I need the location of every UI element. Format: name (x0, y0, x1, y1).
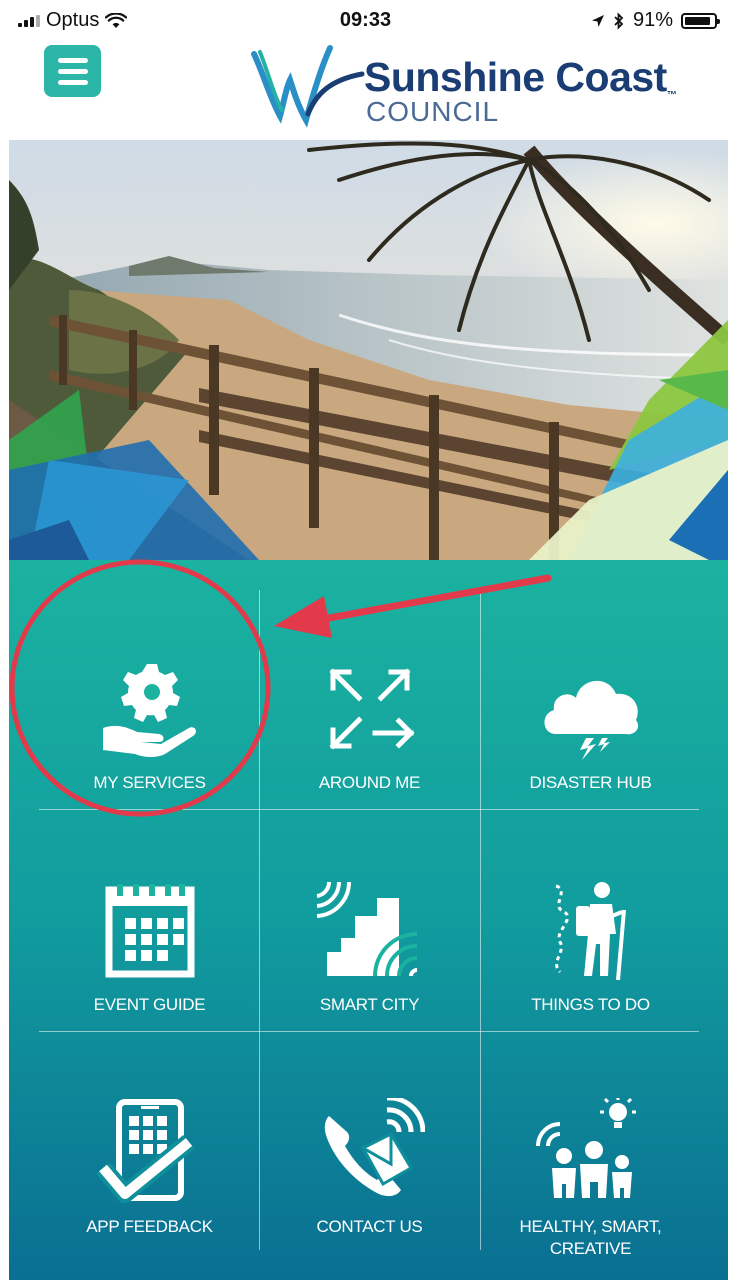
app-header: Sunshine Coast™ COUNCIL (0, 40, 731, 140)
tile-label: MY SERVICES (93, 773, 206, 792)
battery-icon (681, 12, 720, 29)
app-screen: Optus 09:33 91% Sunshine Coast™ COUNCIL (0, 0, 731, 1280)
tile-label: AROUND ME (318, 773, 421, 792)
tile-things-to-do[interactable]: THINGS TO DO (480, 810, 701, 1031)
tile-label: HEALTHY, SMART, CREATIVE (519, 1217, 662, 1258)
status-bar: Optus 09:33 91% (0, 0, 731, 40)
logo-name-text: Sunshine Coast (364, 54, 667, 100)
tile-label: APP FEEDBACK (86, 1217, 213, 1236)
smart-city-icon (315, 876, 425, 986)
tile-label: THINGS TO DO (531, 995, 650, 1014)
storm-cloud-icon (536, 654, 646, 764)
tile-around-me[interactable]: AROUND ME (259, 588, 480, 809)
tile-label: CONTACT US (316, 1217, 423, 1236)
tile-healthy-smart-creative[interactable]: HEALTHY, SMART, CREATIVE (480, 1032, 701, 1258)
tile-app-feedback[interactable]: APP FEEDBACK (39, 1032, 260, 1253)
tile-label: EVENT GUIDE (93, 995, 206, 1014)
tile-label: DISASTER HUB (529, 773, 652, 792)
battery-level (685, 16, 710, 25)
hero-banner-image (9, 140, 728, 560)
bluetooth-icon (614, 11, 624, 30)
calendar-icon (95, 876, 205, 986)
hiker-icon (536, 876, 646, 986)
hamburger-menu-button[interactable] (44, 45, 101, 97)
logo-name: Sunshine Coast™ (364, 54, 677, 101)
menu-bar (57, 57, 88, 63)
tile-smart-city[interactable]: SMART CITY (259, 810, 480, 1031)
menu-bar (57, 68, 88, 74)
status-right: 91% (591, 9, 720, 32)
feedback-tablet-icon (95, 1098, 205, 1208)
tile-event-guide[interactable]: EVENT GUIDE (39, 810, 260, 1031)
council-logo: Sunshine Coast™ COUNCIL (250, 40, 690, 140)
tile-label: SMART CITY (319, 995, 420, 1014)
logo-wave-mark (251, 45, 365, 128)
menu-bar (57, 79, 88, 85)
services-grid: MY SERVICES AROUND ME DISASTER HUB EVENT… (9, 560, 728, 1280)
tile-contact-us[interactable]: CONTACT US (259, 1032, 480, 1253)
beach-scene-illustration (9, 140, 728, 560)
tile-disaster-hub[interactable]: DISASTER HUB (480, 588, 701, 809)
battery-percent: 91% (632, 9, 673, 31)
hand-gear-icon (95, 654, 205, 764)
location-arrow-icon (591, 14, 604, 27)
logo-subtitle: COUNCIL (366, 96, 500, 127)
family-idea-icon (535, 1098, 646, 1208)
arrows-expand-icon (315, 654, 425, 764)
tile-my-services[interactable]: MY SERVICES (39, 588, 260, 809)
trademark-mark: ™ (666, 90, 677, 101)
phone-mail-icon (315, 1098, 425, 1208)
